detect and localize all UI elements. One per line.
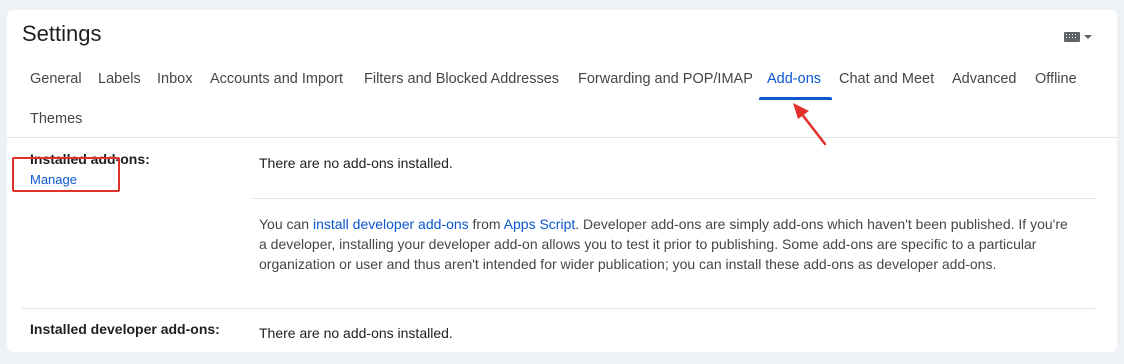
- input-tools-button[interactable]: [1064, 30, 1098, 44]
- tab-themes[interactable]: Themes: [30, 111, 82, 127]
- section-divider: [252, 198, 1095, 199]
- annotation-highlight-box: [12, 157, 120, 192]
- tab-forwarding-and-pop-imap[interactable]: Forwarding and POP/IMAP: [578, 71, 753, 87]
- apps-script-link[interactable]: Apps Script: [504, 216, 576, 232]
- tab-add-ons[interactable]: Add-ons: [767, 71, 821, 87]
- annotation-arrow-icon: [793, 103, 827, 146]
- info-text: You can: [259, 216, 313, 232]
- tabs-divider: [7, 137, 1117, 138]
- tab-inbox[interactable]: Inbox: [157, 71, 192, 87]
- chevron-down-icon: [1084, 35, 1092, 39]
- tab-general[interactable]: General: [30, 71, 82, 87]
- section-divider: [22, 308, 1095, 309]
- tab-filters-and-blocked-addresses[interactable]: Filters and Blocked Addresses: [364, 71, 559, 87]
- installed-developer-addons-value: There are no add-ons installed.: [259, 325, 453, 341]
- tab-chat-and-meet[interactable]: Chat and Meet: [839, 71, 934, 87]
- install-developer-addons-link[interactable]: install developer add-ons: [313, 216, 469, 232]
- info-text: from: [468, 216, 504, 232]
- installed-addons-value: There are no add-ons installed.: [259, 155, 453, 171]
- installed-developer-addons-label: Installed developer add-ons:: [30, 321, 220, 337]
- tab-advanced[interactable]: Advanced: [952, 71, 1017, 87]
- keyboard-icon: [1064, 32, 1080, 42]
- page-title: Settings: [22, 21, 102, 46]
- tab-offline[interactable]: Offline: [1035, 71, 1077, 87]
- tab-accounts-and-import[interactable]: Accounts and Import: [210, 71, 343, 87]
- developer-addons-info: You can install developer add-ons from A…: [259, 214, 1069, 274]
- tab-labels[interactable]: Labels: [98, 71, 141, 87]
- settings-panel: Settings General Labels Inbox Accounts a…: [7, 10, 1117, 352]
